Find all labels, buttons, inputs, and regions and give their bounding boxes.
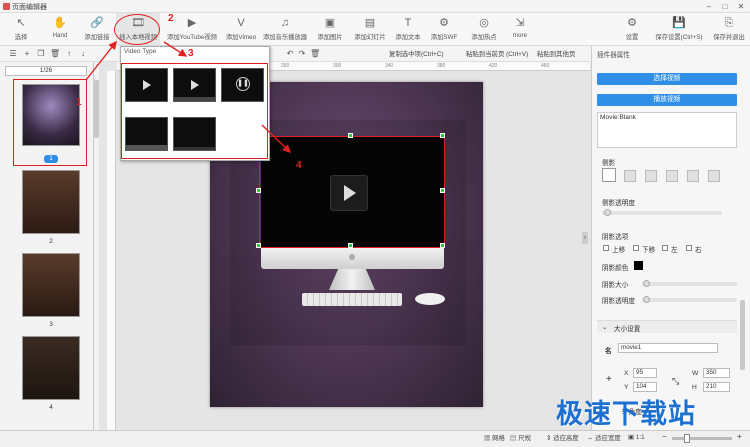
chevron-down-icon: ⌄ xyxy=(602,324,608,331)
shadow-label: 侧影 xyxy=(602,160,616,167)
size-section-title: 大小设置 xyxy=(614,326,641,333)
y-input[interactable]: 104 xyxy=(633,382,657,392)
name-input[interactable]: movie1 xyxy=(618,343,718,353)
shadow-style-2[interactable] xyxy=(624,170,636,182)
zoom-out-icon[interactable]: − xyxy=(662,432,667,441)
play-video-button[interactable]: 播放视频 xyxy=(597,94,737,106)
shadow-style-4[interactable] xyxy=(666,170,678,182)
movie-info: Movie:Blank xyxy=(600,114,636,121)
grid-toggle[interactable]: ▦ 网格 xyxy=(484,433,505,442)
shadow-style-6[interactable] xyxy=(708,170,720,182)
fit-height-button[interactable]: ⇕ 适应高度 xyxy=(546,433,579,442)
width-input[interactable]: 350 xyxy=(703,368,730,378)
fit-width-button[interactable]: ⇔ 适应宽度 xyxy=(587,433,621,442)
shadow-size-label: 阴影大小 xyxy=(602,282,629,289)
shadow-opacity-slider[interactable] xyxy=(602,211,722,215)
zoom-knob[interactable] xyxy=(684,434,690,443)
shadow-style-5[interactable] xyxy=(687,170,699,182)
shadow-size-knob[interactable] xyxy=(643,280,650,287)
shadow-opacity-knob[interactable] xyxy=(604,209,611,216)
shadow-color-swatch[interactable] xyxy=(634,261,643,270)
checkbox-left[interactable] xyxy=(662,245,668,251)
move-icon: + xyxy=(606,374,612,385)
shadow-color-label: 阴影颜色 xyxy=(602,265,629,272)
zoom-in-icon[interactable]: + xyxy=(737,432,742,441)
checkbox-right[interactable] xyxy=(686,245,692,251)
checkbox-down[interactable] xyxy=(633,245,639,251)
shadow-alpha-label: 阴影透明度 xyxy=(602,298,635,305)
shadow-size-slider[interactable] xyxy=(642,282,737,286)
shadow-style-3[interactable] xyxy=(645,170,657,182)
shadow-alpha-slider[interactable] xyxy=(642,298,737,302)
ratio-button[interactable]: ▣ 1:1 xyxy=(628,433,645,441)
shadow-alpha-knob[interactable] xyxy=(643,296,650,303)
link-size-icon[interactable]: ⤡ xyxy=(672,376,679,387)
shadow-opacity-label: 侧影透明度 xyxy=(602,200,635,207)
zoom-slider[interactable] xyxy=(672,437,732,440)
watermark: 极速下载站 xyxy=(556,399,696,429)
shadow-style-1[interactable] xyxy=(602,168,616,182)
properties-scrollbar[interactable] xyxy=(740,300,745,370)
select-video-button[interactable]: 选择视频 xyxy=(597,73,737,85)
height-input[interactable]: 210 xyxy=(703,382,730,392)
ruler-toggle[interactable]: ▤ 尺规 xyxy=(510,433,531,442)
panel-header: 插件器属性 xyxy=(597,52,630,59)
inner-shadow-label: 阴影选项 xyxy=(602,234,629,241)
checkbox-up[interactable] xyxy=(603,245,609,251)
x-input[interactable]: 95 xyxy=(633,368,657,378)
name-label: 名 xyxy=(605,348,612,355)
